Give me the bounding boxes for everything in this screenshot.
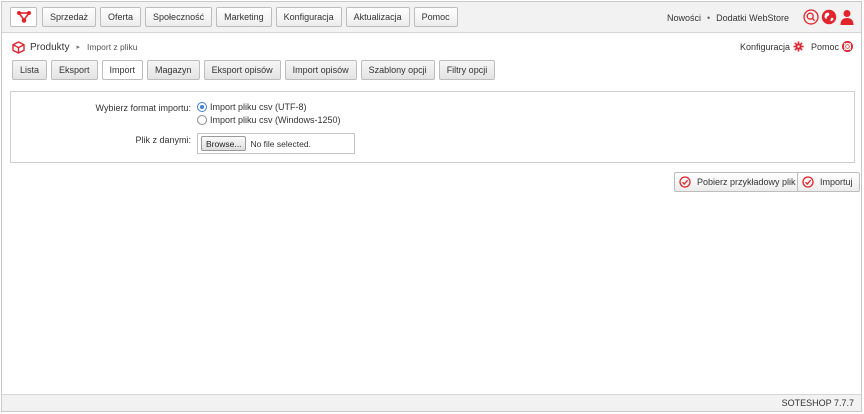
download-sample-button[interactable]: Pobierz przykładowy plik xyxy=(674,172,803,192)
browse-button[interactable]: Browse... xyxy=(201,136,247,151)
radio-utf8[interactable] xyxy=(197,102,207,112)
radio-win1250[interactable] xyxy=(197,115,207,125)
globe-icon[interactable] xyxy=(821,9,837,25)
news-link[interactable]: Nowości xyxy=(667,13,701,23)
breadcrumb-section[interactable]: Produkty xyxy=(30,42,69,53)
product-tabs: Lista Eksport Import Magazyn Eksport opi… xyxy=(12,60,499,80)
network-logo-icon xyxy=(16,11,31,23)
tab-eksport[interactable]: Eksport xyxy=(51,60,98,80)
nav-item-konfiguracja[interactable]: Konfiguracja xyxy=(275,7,342,27)
version-label: SOTESHOP 7.7.7 xyxy=(781,398,854,408)
config-link[interactable]: Konfiguracja xyxy=(740,42,790,52)
import-label: Importuj xyxy=(820,177,853,187)
top-links: Nowości • Dodatki WebStore xyxy=(667,13,789,23)
download-sample-label: Pobierz przykładowy plik xyxy=(697,177,796,187)
import-button[interactable]: Importuj xyxy=(797,172,860,192)
check-circle-icon xyxy=(802,176,814,188)
user-icon[interactable] xyxy=(839,9,855,25)
format-label: Wybierz format importu: xyxy=(95,103,191,113)
top-icon-group xyxy=(801,9,855,25)
tab-magazyn[interactable]: Magazyn xyxy=(147,60,200,80)
link-separator: • xyxy=(706,13,711,23)
file-label: Plik z danymi: xyxy=(135,135,191,145)
search-icon[interactable] xyxy=(803,9,819,25)
nav-item-sprzedaz[interactable]: Sprzedaż xyxy=(42,7,97,27)
file-status: No file selected. xyxy=(250,138,311,149)
tab-import[interactable]: Import xyxy=(101,60,144,80)
gear-icon[interactable] xyxy=(793,41,804,52)
header-links: Konfiguracja Pomoc xyxy=(740,41,853,52)
lifebuoy-icon[interactable] xyxy=(842,41,853,52)
nav-item-marketing[interactable]: Marketing xyxy=(216,7,272,27)
breadcrumb-current-page: Import z pliku xyxy=(86,42,138,52)
nav-item-aktualizacja[interactable]: Aktualizacja xyxy=(345,7,410,27)
home-logo-button[interactable] xyxy=(10,7,37,27)
tab-lista[interactable]: Lista xyxy=(12,60,48,80)
format-option-win1250-label: Import pliku csv (Windows-1250) xyxy=(210,115,341,125)
addons-link[interactable]: Dodatki WebStore xyxy=(716,13,789,23)
cube-icon xyxy=(12,40,25,54)
tab-szablony-opcji[interactable]: Szablony opcji xyxy=(360,60,435,80)
nav-item-pomoc[interactable]: Pomoc xyxy=(413,7,458,27)
main-menu: Sprzedaż Oferta Społeczność Marketing Ko… xyxy=(42,7,462,27)
tab-import-opisow[interactable]: Import opisów xyxy=(284,60,357,80)
check-circle-icon xyxy=(679,176,691,188)
app-window: Sprzedaż Oferta Społeczność Marketing Ko… xyxy=(1,1,862,412)
breadcrumb-separator: ▸ xyxy=(76,44,80,51)
breadcrumb: Produkty ▸ Import z pliku xyxy=(12,39,138,55)
tab-filtry-opcji[interactable]: Filtry opcji xyxy=(438,60,496,80)
nav-item-spolecznosc[interactable]: Społeczność xyxy=(145,7,213,27)
format-option-win1250[interactable]: Import pliku csv (Windows-1250) xyxy=(197,115,341,125)
tab-eksport-opisow[interactable]: Eksport opisów xyxy=(203,60,281,80)
format-option-utf8-label: Import pliku csv (UTF-8) xyxy=(210,102,307,112)
nav-item-oferta[interactable]: Oferta xyxy=(100,7,142,27)
file-input[interactable]: Browse... No file selected. xyxy=(197,133,355,154)
top-navigation-bar: Sprzedaż Oferta Społeczność Marketing Ko… xyxy=(2,2,861,33)
format-option-utf8[interactable]: Import pliku csv (UTF-8) xyxy=(197,102,307,112)
footer-bar: SOTESHOP 7.7.7 xyxy=(2,394,861,411)
help-link[interactable]: Pomoc xyxy=(811,42,839,52)
import-form: Wybierz format importu: Import pliku csv… xyxy=(10,91,855,163)
